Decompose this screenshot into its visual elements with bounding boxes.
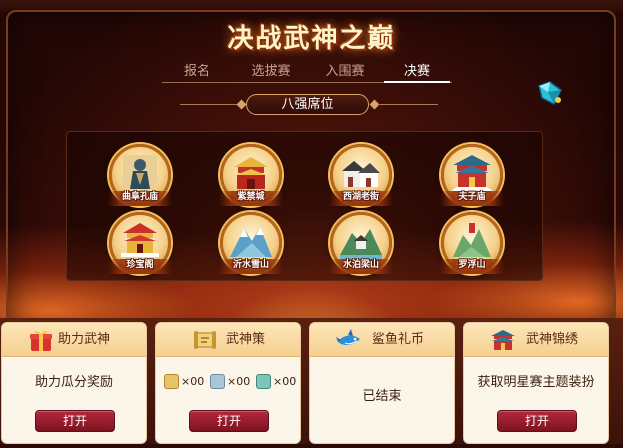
token-count: ×00 <box>273 375 297 388</box>
tab-selection[interactable]: 选拔赛 <box>236 63 306 83</box>
silver-token-icon <box>210 374 225 389</box>
card-header: 鲨鱼礼币 <box>310 323 454 357</box>
card-header: 武神策 <box>156 323 300 357</box>
bottom-strip <box>0 444 623 448</box>
tab-qualifier[interactable]: 入围赛 <box>310 63 380 83</box>
venue-label: 罗浮山 <box>440 259 504 274</box>
shark-icon <box>336 329 360 346</box>
open-button[interactable]: 打开 <box>35 410 115 432</box>
card-title: 武神策 <box>226 332 266 347</box>
token-count: ×00 <box>181 375 205 388</box>
scroll-icon <box>194 331 216 349</box>
card-title: 鲨鱼礼币 <box>372 332 425 347</box>
venue-label: 水泊梁山 <box>329 259 393 274</box>
venue-label: 珍宝阁 <box>108 259 172 274</box>
card-champion-brocade: 武神锦绣 获取明星赛主题装扮 打开 <box>463 322 609 444</box>
venue-treasure-pavilion[interactable]: 珍宝阁 <box>108 212 172 274</box>
event-title: 决战武神之巅 <box>227 24 396 54</box>
divider-right <box>378 104 438 105</box>
venue-west-lake-street[interactable]: 西湖老街 <box>329 144 393 206</box>
treasure-pavilion-icon <box>121 223 159 257</box>
card-title: 助力武神 <box>58 332 111 347</box>
venue-forbidden-city[interactable]: 紫禁城 <box>219 144 283 206</box>
venue-luofu-mountain[interactable]: 罗浮山 <box>440 212 504 274</box>
card-description: 助力瓜分奖励 <box>34 375 113 390</box>
card-champion-strategy: 武神策 ×00 ×00 ×00 打开 <box>155 322 301 444</box>
venue-qufu-confucius[interactable]: 曲阜孔庙 <box>108 144 172 206</box>
token-count: ×00 <box>227 375 251 388</box>
old-street-icon <box>342 161 380 187</box>
card-description: 获取明星赛主题装扮 <box>477 375 595 390</box>
pavilion-icon <box>491 330 515 350</box>
confucius-statue-icon <box>123 155 157 189</box>
jade-token-icon <box>256 374 271 389</box>
venue-label: 曲阜孔庙 <box>108 191 172 206</box>
gift-box-icon <box>30 330 52 351</box>
confucius-temple-icon <box>451 155 493 191</box>
active-tab-indicator <box>384 81 450 83</box>
game-screen: 决战武神之巅 报名 选拔赛 入围赛 决赛 八强席位 曲阜孔庙 紫禁城 西湖老街 … <box>0 0 623 448</box>
divider-left <box>180 104 240 105</box>
card-shark-coin: 鲨鱼礼币 已结束 <box>309 322 455 444</box>
venue-label: 夫子庙 <box>440 191 504 206</box>
venue-confucius-temple[interactable]: 夫子庙 <box>440 144 504 206</box>
stage-tabs: 报名 选拔赛 入围赛 决赛 <box>162 63 452 83</box>
section-label: 八强席位 <box>246 94 369 115</box>
open-button[interactable]: 打开 <box>189 410 269 432</box>
card-status: 已结束 <box>362 389 402 404</box>
venue-panel: 曲阜孔庙 紫禁城 西湖老街 夫子庙 珍宝阁 沂水雪山 水泊梁山 罗浮山 <box>66 131 543 281</box>
luofu-mountain-icon <box>453 223 491 257</box>
venue-label: 沂水雪山 <box>219 259 283 274</box>
card-header: 武神锦绣 <box>464 323 608 357</box>
liangshan-icon <box>340 229 382 259</box>
venue-label: 紫禁城 <box>219 191 283 206</box>
gold-token-icon <box>164 374 179 389</box>
tab-final[interactable]: 决赛 <box>384 63 450 83</box>
open-button[interactable]: 打开 <box>497 410 577 432</box>
card-header: 助力武神 <box>2 323 146 357</box>
gem-icon[interactable] <box>536 80 564 106</box>
forbidden-city-icon <box>234 157 268 189</box>
venue-yishui-snow-mountain[interactable]: 沂水雪山 <box>219 212 283 274</box>
snow-mountain-icon <box>230 227 272 257</box>
venue-label: 西湖老街 <box>329 191 393 206</box>
token-row: ×00 ×00 ×00 <box>164 373 300 393</box>
card-help-champion: 助力武神 助力瓜分奖励 打开 <box>1 322 147 444</box>
card-title: 武神锦绣 <box>526 332 579 347</box>
tab-registration[interactable]: 报名 <box>162 63 232 83</box>
venue-liangshan[interactable]: 水泊梁山 <box>329 212 393 274</box>
